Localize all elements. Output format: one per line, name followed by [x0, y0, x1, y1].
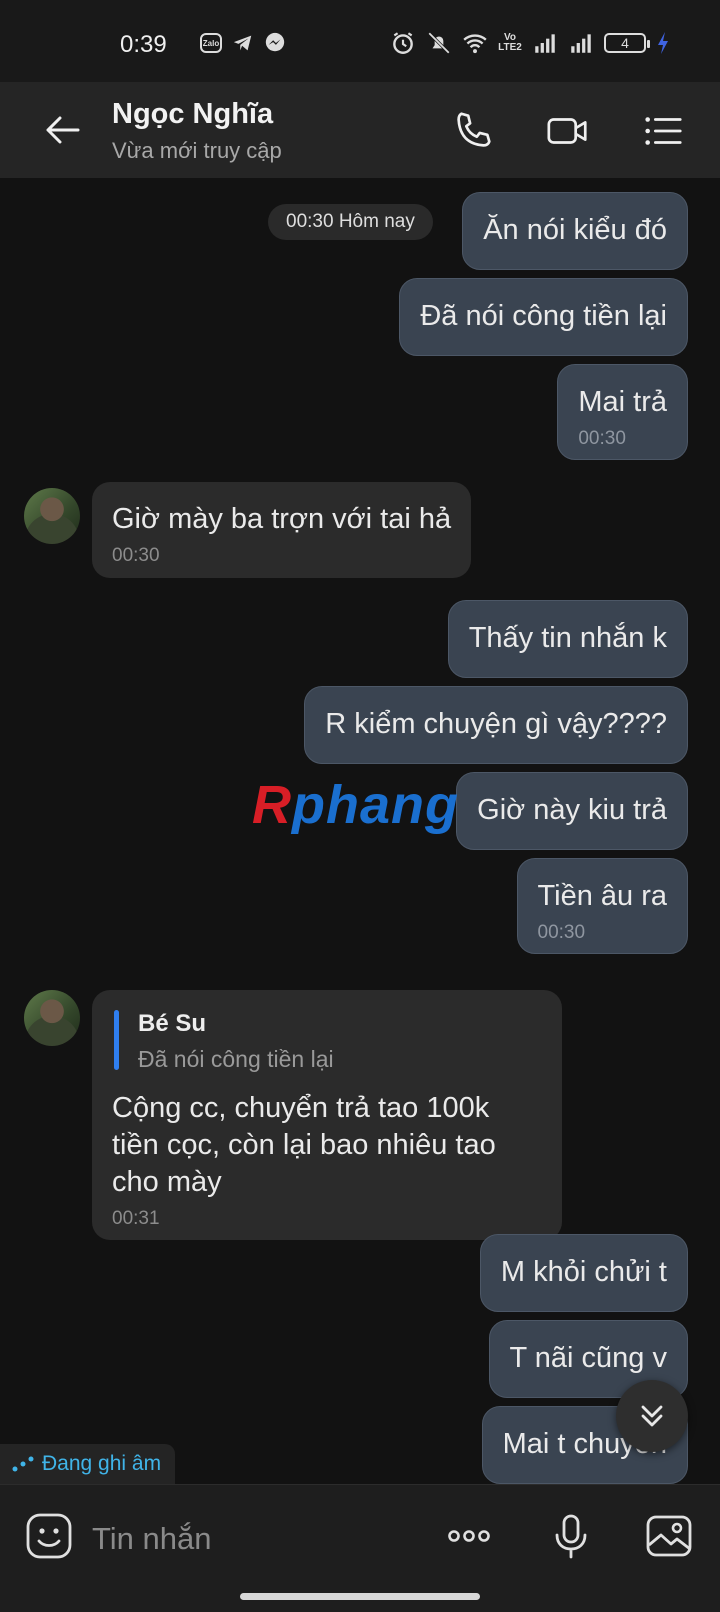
quoted-text: Đã nói công tiền lại [138, 1046, 334, 1072]
watermark-rest: phang [292, 775, 459, 835]
telegram-icon [233, 35, 252, 51]
recording-indicator: Đang ghi âm [0, 1444, 176, 1484]
message-time: 00:31 [112, 1208, 160, 1229]
message-bubble[interactable]: Giờ mày ba trợn với tai hả 00:30 [92, 482, 472, 578]
watermark-first: R [252, 775, 292, 835]
messenger-icon [265, 32, 285, 52]
message-composer: Tin nhắn [0, 1484, 720, 1612]
last-seen-status: Vừa mới truy cập [112, 138, 282, 163]
contact-avatar[interactable] [24, 990, 80, 1046]
menu-list-icon[interactable] [640, 108, 686, 154]
microphone-icon[interactable] [546, 1511, 596, 1561]
signal-icon-1 [535, 34, 555, 53]
reply-message-bubble[interactable]: Bé Su Đã nói công tiền lại Cộng cc, chuy… [92, 990, 562, 1240]
message-bubble[interactable]: Mai trả 00:30 [557, 364, 688, 460]
message-bubble[interactable]: Ăn nói kiểu đó [462, 192, 688, 270]
message-list[interactable]: 00:30 Hôm nay Ăn nói kiểu đó Đã nói công… [0, 178, 720, 1484]
contact-avatar[interactable] [24, 488, 80, 544]
quoted-sender: Bé Su [138, 1010, 207, 1037]
message-bubble[interactable]: Giờ này kiu trả [456, 772, 688, 850]
charging-icon [658, 32, 668, 54]
status-bar: 0:39 Zalo Vo LTE2 4 [0, 0, 720, 82]
message-input[interactable]: Tin nhắn [92, 1521, 212, 1557]
scroll-to-bottom-button[interactable] [616, 1380, 688, 1452]
message-text: Giờ này kiu trả [477, 794, 667, 826]
message-time: 00:30 [578, 428, 626, 449]
message-time: 00:30 [537, 922, 586, 943]
contact-name[interactable]: Ngọc Nghĩa [112, 98, 273, 131]
message-text: Cộng cc, chuyển trả tao 100k tiền cọc, c… [112, 1092, 496, 1198]
message-text: Mai trả [578, 386, 667, 418]
quote-bar [114, 1010, 119, 1070]
message-time: 00:30 [112, 545, 160, 566]
phone-call-icon[interactable] [450, 108, 496, 154]
mute-bell-icon [428, 32, 450, 54]
message-bubble[interactable]: Thấy tin nhắn k [447, 600, 688, 678]
time-separator: 00:30 Hôm nay [268, 204, 433, 240]
recording-status-text: Đang ghi âm [42, 1452, 162, 1475]
message-bubble[interactable]: R kiểm chuyện gì vậy???? [304, 686, 688, 764]
message-bubble[interactable]: Đã nói công tiền lại [399, 278, 688, 356]
image-gallery-icon[interactable] [644, 1511, 694, 1561]
more-options-icon[interactable] [444, 1511, 494, 1561]
watermark-logo: Rphang [252, 774, 459, 836]
message-text: Đã nói công tiền lại [420, 300, 667, 332]
video-call-icon[interactable] [545, 108, 591, 154]
sticker-emoji-icon[interactable] [24, 1511, 74, 1561]
home-indicator[interactable] [240, 1593, 480, 1600]
message-bubble[interactable]: M khỏi chửi t [479, 1234, 688, 1312]
zalo-icon: Zalo [200, 33, 222, 53]
back-arrow-icon[interactable] [38, 106, 86, 154]
chat-header: Ngọc Nghĩa Vừa mới truy cập [0, 82, 720, 178]
message-text: Thấy tin nhắn k [468, 622, 667, 654]
message-text: Giờ mày ba trợn với tai hả [112, 503, 452, 535]
battery-icon: 4 [604, 33, 650, 53]
message-text: Tiền âu ra [537, 880, 668, 912]
message-text: M khỏi chửi t [500, 1256, 667, 1288]
message-text: T nãi cũng v [509, 1342, 667, 1374]
wifi-icon [463, 34, 487, 54]
recording-dots-icon [12, 1456, 34, 1472]
alarm-icon [393, 32, 413, 54]
message-text: Ăn nói kiểu đó [483, 214, 667, 246]
message-bubble[interactable]: Tiền âu ra 00:30 [516, 858, 688, 954]
status-time: 0:39 [120, 31, 167, 58]
signal-icon-2 [571, 34, 591, 53]
volte-indicator: Vo LTE2 [498, 32, 522, 53]
double-chevron-down-icon [641, 1405, 663, 1427]
message-text: R kiểm chuyện gì vậy???? [325, 708, 667, 740]
notification-icons: Zalo [200, 32, 286, 54]
system-icons: Vo LTE2 4 [390, 30, 670, 56]
